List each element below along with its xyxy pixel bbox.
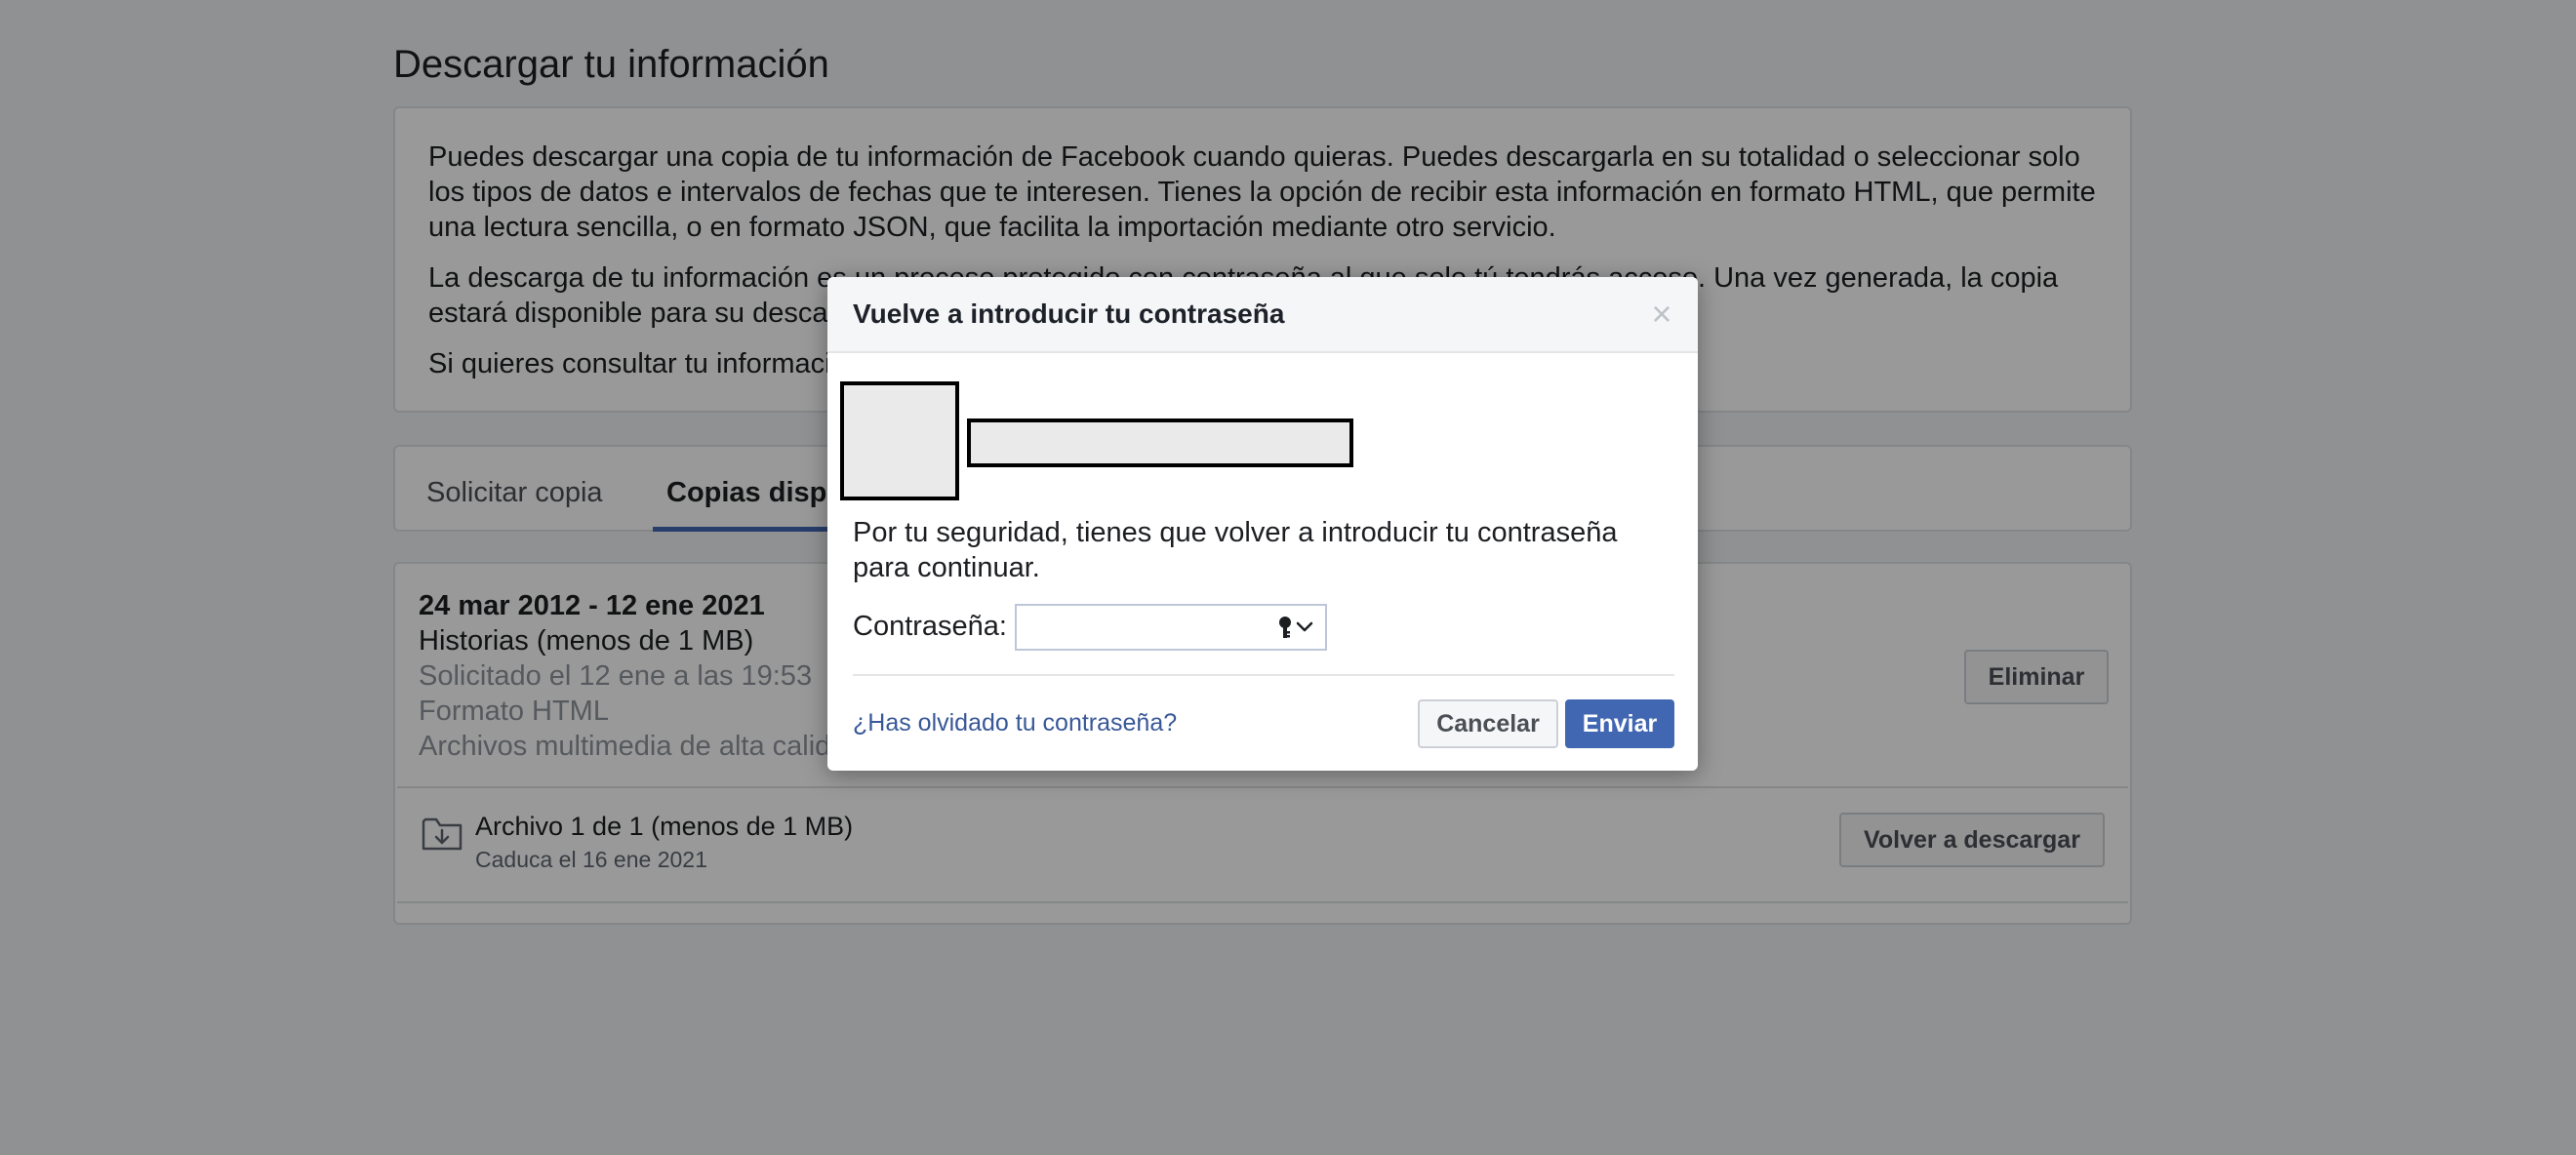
submit-button[interactable]: Enviar: [1565, 699, 1674, 748]
cancel-button[interactable]: Cancelar: [1418, 699, 1558, 748]
avatar: [840, 381, 959, 500]
reenter-password-dialog: Vuelve a introducir tu contraseña × Por …: [827, 277, 1698, 771]
forgot-password-link[interactable]: ¿Has olvidado tu contraseña?: [853, 707, 1177, 738]
security-message: Por tu seguridad, tienes que volver a in…: [853, 517, 1618, 583]
dialog-title: Vuelve a introducir tu contraseña: [853, 299, 1285, 329]
key-dropdown-icon[interactable]: [1276, 614, 1315, 641]
close-icon[interactable]: ×: [1647, 295, 1676, 334]
dialog-divider: [853, 674, 1674, 676]
password-field[interactable]: [1015, 604, 1327, 651]
user-name-redacted: [967, 418, 1353, 467]
password-label: Contraseña:: [853, 611, 1007, 642]
dialog-header: Vuelve a introducir tu contraseña ×: [827, 277, 1698, 353]
